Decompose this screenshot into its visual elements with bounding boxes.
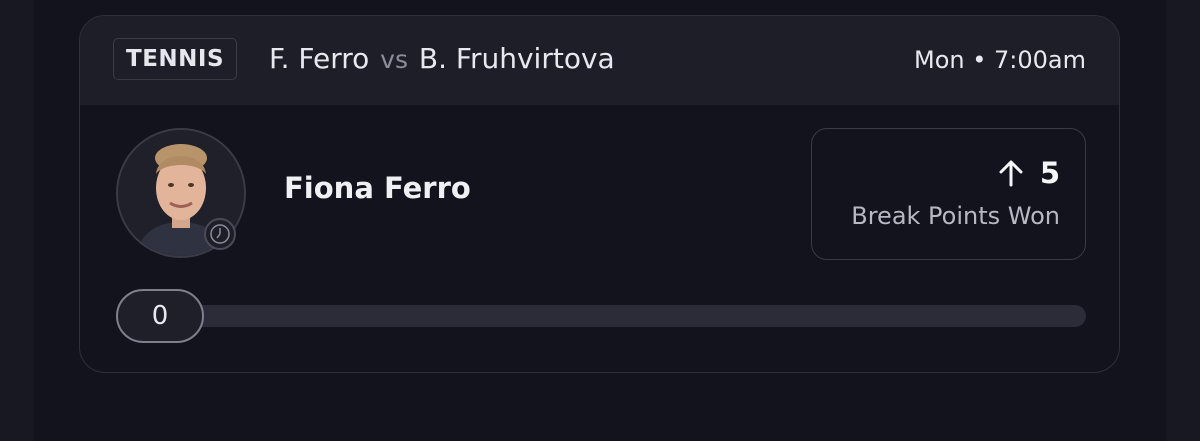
player-a-name: F. Ferro [269,42,370,75]
matchup-title: F. Ferro vs B. Fruhvirtova [269,41,615,78]
arrow-up-icon [999,160,1023,187]
progress-track [154,305,1086,327]
prop-card[interactable]: TENNIS F. Ferro vs B. Fruhvirtova Mon • … [79,15,1120,373]
versus-label: vs [380,45,408,74]
stat-value-row: 5 [996,155,1060,191]
progress-current-value: 0 [116,289,204,343]
stat-line-box[interactable]: 5 Break Points Won [811,128,1086,260]
stat-value: 5 [1039,156,1060,190]
stat-label: Break Points Won [851,202,1060,230]
player-b-name: B. Fruhvirtova [418,42,615,75]
match-time: Mon • 7:00am [914,46,1086,74]
clock-icon [204,218,236,250]
sport-badge: TENNIS [113,38,238,80]
player-name: Fiona Ferro [284,171,471,205]
card-header: TENNIS F. Ferro vs B. Fruhvirtova Mon • … [80,16,1119,105]
